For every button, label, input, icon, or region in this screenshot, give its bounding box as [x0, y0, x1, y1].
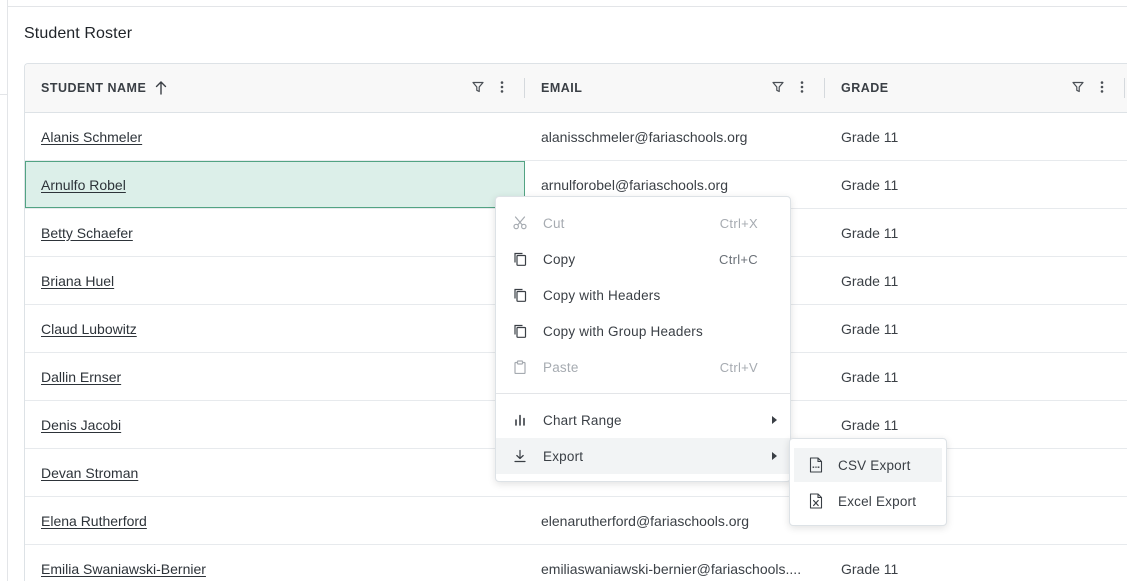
column-resize-handle[interactable] — [824, 78, 825, 98]
sort-ascending-icon — [155, 81, 167, 95]
student-name-link[interactable]: Claud Lubowitz — [41, 321, 137, 337]
student-name-link[interactable]: Betty Schaefer — [41, 225, 133, 241]
student-name-cell[interactable]: Briana Huel — [41, 257, 114, 304]
column-header-label: EMAIL — [541, 81, 583, 95]
scissors-icon — [512, 215, 528, 231]
context-menu: Cut Ctrl+X Copy Ctrl+C Copy with Headers… — [495, 196, 791, 482]
table-row[interactable]: Emilia Swaniawski-Bernier emiliaswaniaws… — [25, 545, 1127, 581]
student-name-link[interactable]: Emilia Swaniawski-Bernier — [41, 561, 206, 577]
bar-chart-icon — [512, 412, 528, 428]
student-name-cell[interactable]: Devan Stroman — [41, 449, 138, 496]
menu-item-export[interactable]: Export — [496, 438, 790, 474]
menu-item-label: Export — [543, 448, 584, 464]
menu-item-label: Excel Export — [838, 493, 917, 509]
copy-icon — [512, 287, 528, 303]
email-cell[interactable]: alanisschmeler@fariaschools.org — [541, 113, 747, 160]
menu-divider — [496, 393, 790, 394]
menu-item-label: Copy with Headers — [543, 287, 661, 303]
grade-cell[interactable]: Grade 11 — [841, 257, 898, 304]
student-name-cell[interactable]: Elena Rutherford — [41, 497, 147, 544]
page-title: Student Roster — [24, 25, 133, 42]
grade-cell[interactable]: Grade 11 — [841, 209, 898, 256]
student-name-link[interactable]: Arnulfo Robel — [41, 177, 126, 193]
email-cell[interactable]: elenarutherford@fariaschools.org — [541, 497, 749, 544]
column-menu-icon[interactable] — [795, 80, 809, 94]
menu-item-label: CSV Export — [838, 457, 911, 473]
download-icon — [512, 448, 528, 464]
menu-item-label: Copy — [543, 251, 576, 267]
menu-item-shortcut: Ctrl+X — [719, 215, 758, 231]
student-name-link[interactable]: Briana Huel — [41, 273, 114, 289]
email-cell[interactable]: emiliaswaniawski-bernier@fariaschools...… — [541, 545, 801, 581]
column-tools-grade — [1071, 80, 1109, 94]
menu-item-copy[interactable]: Copy Ctrl+C — [496, 241, 790, 277]
grade-cell[interactable]: Grade 11 — [841, 305, 898, 352]
menu-item-label: Chart Range — [543, 412, 622, 428]
table-row[interactable]: Elena Rutherford elenarutherford@fariasc… — [25, 497, 1127, 545]
column-menu-icon[interactable] — [1095, 80, 1109, 94]
column-menu-icon[interactable] — [495, 80, 509, 94]
student-name-link[interactable]: Devan Stroman — [41, 465, 138, 481]
submenu-arrow-icon — [772, 416, 777, 424]
grid-header: STUDENT NAME EMAIL GRADE — [25, 64, 1127, 113]
menu-item-copy-with-group-headers[interactable]: Copy with Group Headers — [496, 313, 790, 349]
grade-cell[interactable]: Grade 11 — [841, 353, 898, 400]
menu-item-label: Cut — [543, 215, 565, 231]
menu-item-csv-export[interactable]: CSV Export — [794, 448, 942, 482]
column-header-grade[interactable]: GRADE — [841, 64, 889, 112]
student-name-cell[interactable]: Betty Schaefer — [41, 209, 133, 256]
column-tools-student-name — [471, 80, 509, 94]
menu-item-copy-with-headers[interactable]: Copy with Headers — [496, 277, 790, 313]
menu-item-cut[interactable]: Cut Ctrl+X — [496, 205, 790, 241]
grade-cell[interactable]: Grade 11 — [841, 545, 898, 581]
menu-item-shortcut: Ctrl+V — [719, 359, 758, 375]
filter-icon[interactable] — [471, 80, 485, 94]
filter-icon[interactable] — [1071, 80, 1085, 94]
menu-item-label: Paste — [543, 359, 579, 375]
student-name-link[interactable]: Denis Jacobi — [41, 417, 121, 433]
menu-item-shortcut: Ctrl+C — [719, 251, 758, 267]
column-tools-email — [771, 80, 809, 94]
menu-item-label: Copy with Group Headers — [543, 323, 703, 339]
column-header-label: GRADE — [841, 81, 889, 95]
copy-icon — [512, 251, 528, 267]
student-name-link[interactable]: Elena Rutherford — [41, 513, 147, 529]
column-header-label: STUDENT NAME — [41, 81, 147, 95]
column-header-student-name[interactable]: STUDENT NAME — [41, 64, 167, 112]
column-resize-handle[interactable] — [1124, 78, 1125, 98]
menu-item-chart-range[interactable]: Chart Range — [496, 402, 790, 438]
excel-file-icon — [808, 493, 824, 509]
clipboard-icon — [512, 359, 528, 375]
table-row[interactable]: Alanis Schmeler alanisschmeler@fariascho… — [25, 113, 1127, 161]
column-resize-handle[interactable] — [524, 78, 525, 98]
menu-item-paste[interactable]: Paste Ctrl+V — [496, 349, 790, 385]
student-name-link[interactable]: Dallin Ernser — [41, 369, 121, 385]
export-submenu: CSV Export Excel Export — [789, 438, 947, 526]
submenu-arrow-icon — [772, 452, 777, 460]
student-name-cell[interactable]: Claud Lubowitz — [41, 305, 137, 352]
column-header-email[interactable]: EMAIL — [541, 64, 582, 112]
menu-item-excel-export[interactable]: Excel Export — [794, 484, 942, 518]
grade-cell[interactable]: Grade 11 — [841, 113, 898, 160]
top-divider — [8, 6, 1127, 7]
student-name-cell[interactable]: Arnulfo Robel — [41, 161, 126, 208]
csv-file-icon — [808, 457, 824, 473]
copy-icon — [512, 323, 528, 339]
filter-icon[interactable] — [771, 80, 785, 94]
student-name-cell[interactable]: Denis Jacobi — [41, 401, 121, 448]
student-name-cell[interactable]: Alanis Schmeler — [41, 113, 142, 160]
left-rail-divider — [0, 0, 8, 95]
student-name-link[interactable]: Alanis Schmeler — [41, 129, 142, 145]
student-name-cell[interactable]: Emilia Swaniawski-Bernier — [41, 545, 206, 581]
grade-cell[interactable]: Grade 11 — [841, 161, 898, 208]
student-name-cell[interactable]: Dallin Ernser — [41, 353, 121, 400]
